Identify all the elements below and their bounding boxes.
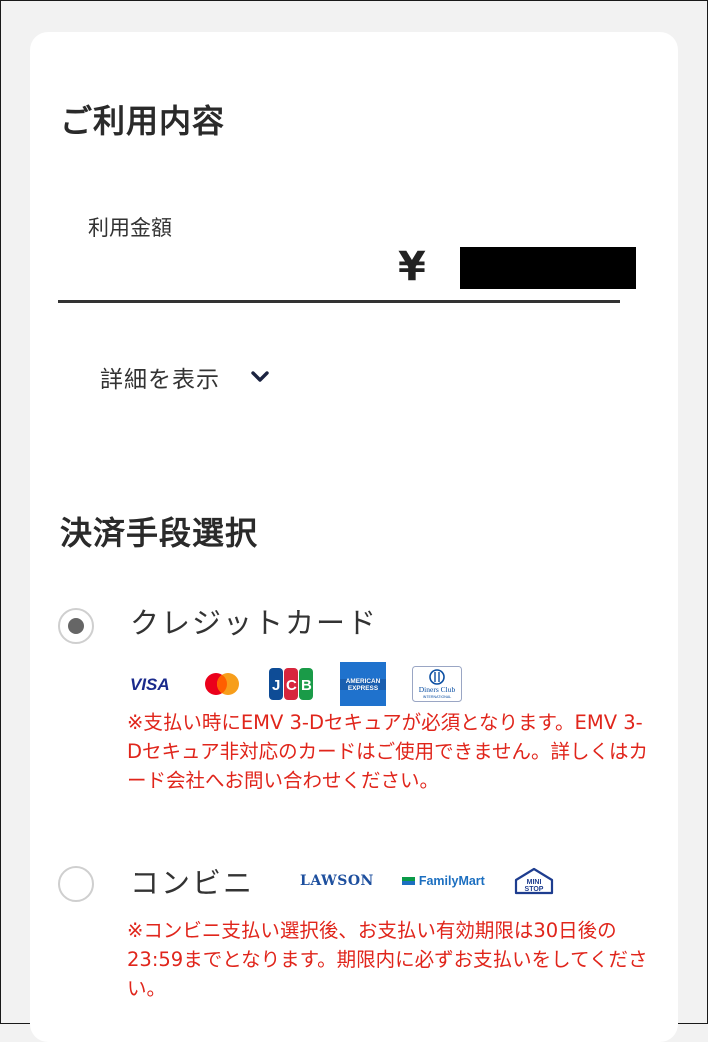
familymart-logo: FamilyMart	[401, 874, 485, 888]
chevron-down-icon	[251, 371, 269, 382]
card-brand-list: VISA J C B AMERICAN EXPRESS Diners Club …	[130, 662, 462, 706]
amex-icon: AMERICAN EXPRESS	[340, 662, 386, 706]
show-details-toggle[interactable]: 詳細を表示	[100, 360, 270, 394]
credit-card-label[interactable]: クレジットカード	[130, 600, 378, 642]
mastercard-icon	[202, 671, 242, 697]
svg-text:B: B	[301, 677, 312, 694]
amount-label: 利用金額	[88, 216, 172, 240]
svg-text:AMERICAN: AMERICAN	[346, 678, 381, 685]
svg-text:INTERNATIONAL: INTERNATIONAL	[423, 695, 452, 699]
svg-text:J: J	[272, 677, 280, 694]
convenience-store-radio[interactable]	[58, 866, 94, 902]
convenience-store-notice: ※コンビニ支払い選択後、お支払い有効期限は30日後の23:59までとなります。期…	[127, 919, 648, 1000]
diners-club-icon: Diners Club INTERNATIONAL	[412, 666, 462, 702]
credit-card-notice: ※支払い時にEMV 3-Dセキュアが必須となります。EMV 3-Dセキュア非対応…	[127, 711, 649, 792]
redacted-amount	[460, 247, 636, 289]
currency-symbol: ¥	[398, 244, 426, 290]
payment-card: ご利用内容 利用金額 ¥ 詳細を表示 決済手段選択 クレジットカード VISA	[30, 32, 678, 1042]
familymart-wordmark: FamilyMart	[418, 874, 485, 888]
svg-text:STOP: STOP	[524, 886, 543, 893]
svg-text:MINI: MINI	[526, 879, 541, 886]
jcb-icon: J C B	[268, 667, 314, 701]
visa-wordmark: VISA	[130, 675, 170, 694]
familymart-stripes	[401, 877, 415, 885]
svg-text:C: C	[286, 677, 297, 694]
credit-card-radio[interactable]	[58, 608, 94, 644]
svg-text:Diners Club: Diners Club	[419, 685, 456, 694]
show-details-label: 詳細を表示	[100, 367, 220, 393]
amount-field: ¥	[58, 242, 636, 303]
svg-text:EXPRESS: EXPRESS	[348, 685, 379, 692]
visa-icon: VISA	[130, 674, 176, 694]
ministop-logo: MINI STOP	[514, 867, 553, 895]
convenience-store-label[interactable]: コンビニ	[130, 860, 254, 902]
lawson-logo: LAWSON	[300, 873, 374, 889]
store-logo-list: LAWSON FamilyMart MINI STOP	[300, 866, 555, 896]
payment-method-section-title: 決済手段選択	[60, 514, 259, 552]
usage-section-title: ご利用内容	[60, 102, 226, 140]
